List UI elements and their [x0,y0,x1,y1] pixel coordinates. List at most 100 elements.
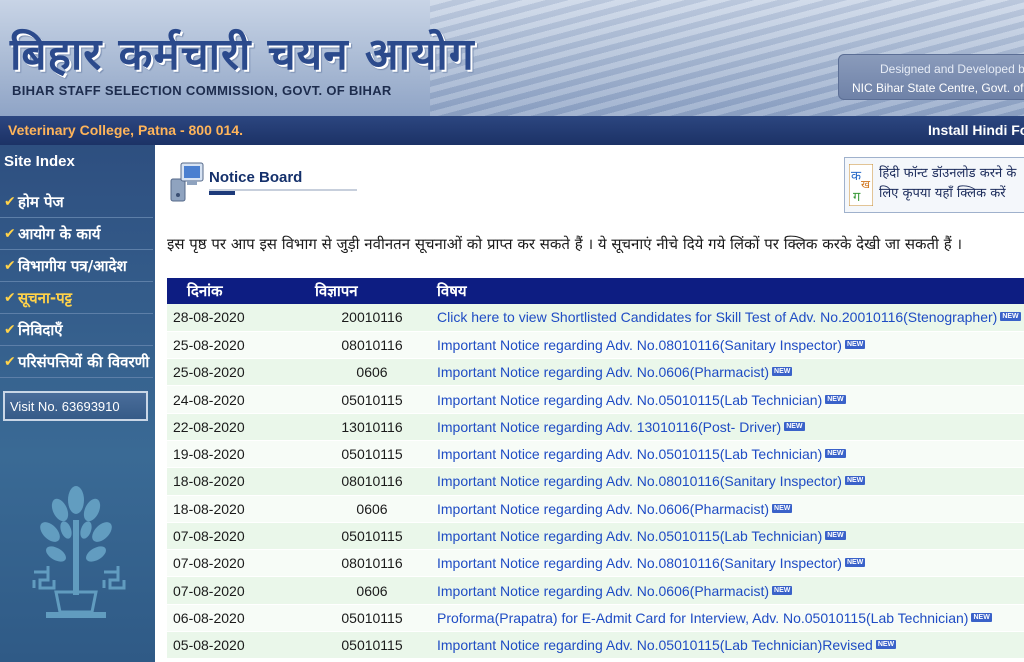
new-badge-icon: NEW [825,449,846,459]
notice-date: 24-08-2020 [167,385,307,414]
sidebar-item-label: निविदाएँ [18,320,63,339]
svg-text:ग: ग [853,190,861,205]
main-content: Notice Board क ख ग हिंदी फॉन्ट डॉउनलोड क… [155,145,1024,662]
notice-link[interactable]: Important Notice regarding Adv. No.08010… [437,555,842,571]
notice-subject-cell: Click here to view Shortlisted Candidate… [437,304,1024,332]
advertisement-number: 0606 [307,576,437,605]
sidebar-item[interactable]: ✔ विभागीय पत्र/आदेश [0,250,153,282]
bihar-emblem-logo [32,486,126,618]
column-header-subject: विषय [437,282,467,300]
sidebar-item[interactable]: ✔ निविदाएँ [0,314,153,346]
notice-link[interactable]: Important Notice regarding Adv. No.05010… [437,637,873,653]
credit-line-1: Designed and Developed by [880,62,1024,76]
hindi-font-download-banner[interactable]: क ख ग हिंदी फॉन्ट डॉउनलोड करने के लिए कृ… [844,157,1024,213]
notice-date: 28-08-2020 [167,304,307,332]
table-row: 18-08-2020 08010116 Important Notice regar… [167,467,1024,496]
visit-counter: Visit No. 63693910 [3,391,148,421]
new-badge-icon: NEW [772,367,793,377]
table-row: 25-08-2020 0606 Important Notice regarding… [167,358,1024,387]
advertisement-number: 08010116 [307,549,437,578]
notice-date: 18-08-2020 [167,467,307,496]
site-title-hindi: बिहार कर्मचारी चयन आयोग [10,29,475,80]
site-index-heading: Site Index [4,153,75,170]
sidebar: Site Index ✔ होम पेज ✔ आयोग के कार्य ✔ विभागी… [0,145,155,662]
site-header: बिहार कर्मचारी चयन आयोग BIHAR STAFF SELE… [0,0,1024,116]
sidebar-item-label: सूचना-पट्ट [18,288,72,307]
new-badge-icon: NEW [772,503,793,513]
notice-date: 22-08-2020 [167,413,307,441]
notice-subject-cell: Important Notice regarding Adv. No.0606(… [437,495,1024,523]
notice-link[interactable]: Important Notice regarding Adv. No.05010… [437,392,822,408]
notice-link[interactable]: Important Notice regarding Adv. No.0606(… [437,501,769,517]
table-row: 06-08-2020 05010115 Proforma(Prapatra) for… [167,604,1024,633]
sidebar-item-label: परिसंपत्तियों की विवरणी [18,352,150,371]
sidebar-item-label: विभागीय पत्र/आदेश [18,256,127,275]
table-header-row: दिनांक विज्ञापन विषय [167,278,1024,304]
sidebar-item[interactable]: ✔ परिसंपत्तियों की विवरणी [0,346,153,378]
sidebar-item-label: आयोग के कार्य [18,224,101,243]
hindi-font-download-text: हिंदी फॉन्ट डॉउनलोड करने के लिए कृपया यह… [879,164,1016,204]
notice-subject-cell: Important Notice regarding Adv. No.05010… [437,385,1024,414]
notice-subject-cell: Important Notice regarding Adv. No.0606(… [437,358,1024,387]
notice-date: 25-08-2020 [167,331,307,360]
notice-link[interactable]: Important Notice regarding Adv. No.05010… [437,528,822,544]
svg-text:ख: ख [861,178,871,191]
notice-link[interactable]: Important Notice regarding Adv. 13010116… [437,419,781,435]
computer-icon [170,162,204,202]
checkmark-icon: ✔ [4,321,16,337]
checkmark-icon: ✔ [4,353,16,369]
notice-subject-cell: Important Notice regarding Adv. No.05010… [437,631,1024,660]
notice-date: 07-08-2020 [167,576,307,605]
office-address: Veterinary College, Patna - 800 014. [8,122,244,138]
new-badge-icon: NEW [1000,312,1021,322]
font-text-line-2: लिए कृपया यहाँ क्लिक करें [879,186,1006,201]
new-badge-icon: NEW [772,585,793,595]
advertisement-number: 05010115 [307,522,437,551]
table-row: 07-08-2020 08010116 Important Notice regar… [167,549,1024,578]
checkmark-icon: ✔ [4,289,16,305]
table-row: 24-08-2020 05010115 Important Notice regar… [167,385,1024,414]
table-row: 05-08-2020 05010115 Important Notice regar… [167,631,1024,660]
new-badge-icon: NEW [844,339,866,349]
notice-link[interactable]: Important Notice regarding Adv. No.0606(… [437,583,769,599]
table-row: 07-08-2020 05010115 Important Notice regar… [167,522,1024,551]
address-bar: Veterinary College, Patna - 800 014. Ins… [0,116,1024,145]
new-badge-icon: NEW [784,421,805,431]
notice-date: 18-08-2020 [167,495,307,523]
site-title-english: BIHAR STAFF SELECTION COMMISSION, GOVT. … [12,83,392,98]
advertisement-number: 08010116 [307,331,437,360]
notice-subject-cell: Important Notice regarding Adv. No.08010… [437,331,1024,360]
new-badge-icon: NEW [825,531,846,541]
table-row: 18-08-2020 0606 Important Notice regarding… [167,495,1024,523]
advertisement-number: 13010116 [307,413,437,441]
sidebar-item[interactable]: ✔ होम पेज [0,186,153,218]
page-title: Notice Board [209,169,303,186]
sidebar-item[interactable]: ✔ आयोग के कार्य [0,218,153,250]
credit-line-2: NIC Bihar State Centre, Govt. of India [852,81,1024,95]
sidebar-item[interactable]: ✔ सूचना-पट्ट [0,282,153,314]
notice-link[interactable]: Important Notice regarding Adv. No.08010… [437,473,842,489]
advertisement-number: 0606 [307,495,437,523]
notice-date: 07-08-2020 [167,549,307,578]
advertisement-number: 05010115 [307,385,437,414]
notice-link[interactable]: Proforma(Prapatra) for E-Admit Card for … [437,610,968,626]
notice-link[interactable]: Important Notice regarding Adv. No.0606(… [437,364,769,380]
new-badge-icon: NEW [844,476,866,486]
notice-subject-cell: Proforma(Prapatra) for E-Admit Card for … [437,604,1024,633]
column-header-advertisement: विज्ञापन [315,282,358,300]
notice-subject-cell: Important Notice regarding Adv. No.08010… [437,467,1024,496]
notice-date: 07-08-2020 [167,522,307,551]
table-row: 28-08-2020 20010116 Click here to view Sho… [167,304,1024,332]
checkmark-icon: ✔ [4,193,16,209]
advertisement-number: 20010116 [307,304,437,332]
notice-link[interactable]: Important Notice regarding Adv. No.08010… [437,337,842,353]
new-badge-icon: NEW [971,612,992,622]
notice-subject-cell: Important Notice regarding Adv. 13010116… [437,413,1024,441]
notice-subject-cell: Important Notice regarding Adv. No.08010… [437,549,1024,578]
notice-link[interactable]: Important Notice regarding Adv. No.05010… [437,446,822,462]
hindi-font-logo: क ख ग [849,164,873,206]
install-hindi-font-link[interactable]: Install Hindi Font [928,122,1024,138]
sidebar-item-label: होम पेज [18,192,64,211]
notice-link[interactable]: Click here to view Shortlisted Candidate… [437,309,997,325]
notice-subject-cell: Important Notice regarding Adv. No.05010… [437,522,1024,551]
